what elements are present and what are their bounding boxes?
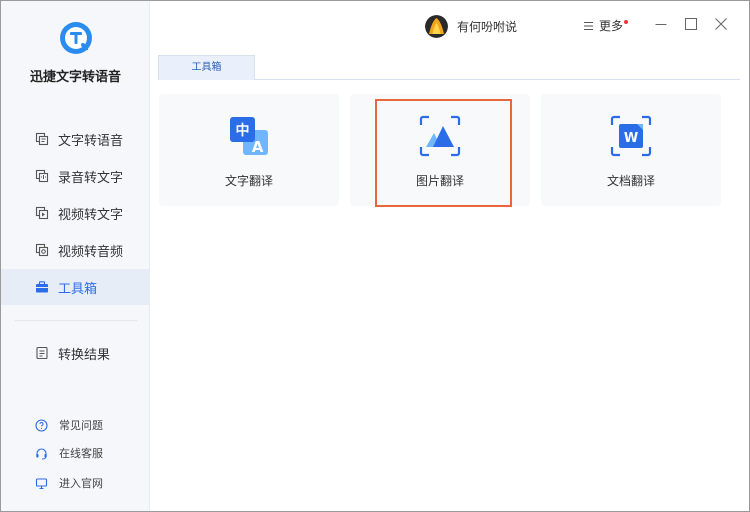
sidebar-item-label: 转换结果 xyxy=(58,346,111,362)
sidebar-faq-link[interactable]: 常见问题 xyxy=(1,413,150,437)
minimize-button[interactable] xyxy=(655,18,667,30)
document-translate-icon: W xyxy=(610,115,652,157)
svg-text:中: 中 xyxy=(236,122,250,139)
faq-label: 常见问题 xyxy=(59,420,103,432)
tool-card-image-translate[interactable]: 图片翻译 xyxy=(350,94,530,206)
video-to-text-icon xyxy=(35,206,49,220)
notification-dot xyxy=(624,19,629,24)
tool-card-text-translate[interactable]: 中 A 文字翻译 xyxy=(159,94,339,206)
sidebar-divider xyxy=(15,320,137,321)
avatar xyxy=(425,14,448,38)
sidebar-item-text-to-speech[interactable]: 文字转语音 xyxy=(1,121,150,157)
sidebar-item-label: 录音转文字 xyxy=(58,169,124,185)
sidebar-item-toolbox[interactable]: 工具箱 xyxy=(1,269,150,305)
app-logo-icon xyxy=(60,22,92,54)
sidebar-item-video-to-text[interactable]: 视频转文字 xyxy=(1,195,150,231)
more-menu-button[interactable]: 更多 xyxy=(583,17,629,34)
tool-label: 图片翻译 xyxy=(415,174,464,188)
monitor-icon xyxy=(35,477,48,489)
close-button[interactable] xyxy=(715,18,727,30)
sidebar-item-video-to-audio[interactable]: 视频转音频 xyxy=(1,232,150,268)
tab-toolbox[interactable]: 工具箱 xyxy=(158,55,255,80)
sidebar: 迅捷文字转语音 文字转语音 录音转文字 视频转文字 视频转音频 工具箱 转换结果 xyxy=(1,1,150,511)
sidebar-website-link[interactable]: 进入官网 xyxy=(1,471,150,495)
text-translate-icon: 中 A xyxy=(230,117,268,156)
support-label: 在线客服 xyxy=(59,448,103,460)
sidebar-item-label: 视频转音频 xyxy=(58,243,124,259)
toolbox-icon xyxy=(36,281,48,293)
more-label: 更多 xyxy=(599,19,624,33)
headset-icon xyxy=(36,447,47,459)
app-name: 迅捷文字转语音 xyxy=(29,69,121,84)
svg-text:A: A xyxy=(252,138,264,156)
website-label: 进入官网 xyxy=(59,478,103,490)
svg-text:W: W xyxy=(624,131,638,146)
sidebar-item-recording-to-text[interactable]: 录音转文字 xyxy=(1,158,150,194)
menu-icon xyxy=(584,21,593,30)
sidebar-item-label: 工具箱 xyxy=(58,280,98,296)
video-to-audio-icon xyxy=(35,243,49,257)
sidebar-item-label: 视频转文字 xyxy=(58,206,124,222)
question-icon xyxy=(35,418,48,432)
tool-label: 文档翻译 xyxy=(606,174,655,188)
sidebar-item-label: 文字转语音 xyxy=(58,132,124,148)
image-translate-icon xyxy=(419,115,461,157)
maximize-button[interactable] xyxy=(685,18,697,30)
username: 有何吩咐说 xyxy=(457,19,518,34)
sidebar-support-link[interactable]: 在线客服 xyxy=(1,441,150,465)
app-window: 迅捷文字转语音 文字转语音 录音转文字 视频转文字 视频转音频 工具箱 转换结果 xyxy=(0,0,750,512)
results-icon xyxy=(36,346,48,360)
tool-card-document-translate[interactable]: W 文档翻译 xyxy=(541,94,721,206)
user-profile[interactable]: 有何吩咐说 xyxy=(425,14,517,38)
recording-to-text-icon xyxy=(35,169,49,183)
sidebar-item-results[interactable]: 转换结果 xyxy=(1,335,150,371)
text-to-speech-icon xyxy=(35,132,49,146)
tool-label: 文字翻译 xyxy=(224,174,273,188)
